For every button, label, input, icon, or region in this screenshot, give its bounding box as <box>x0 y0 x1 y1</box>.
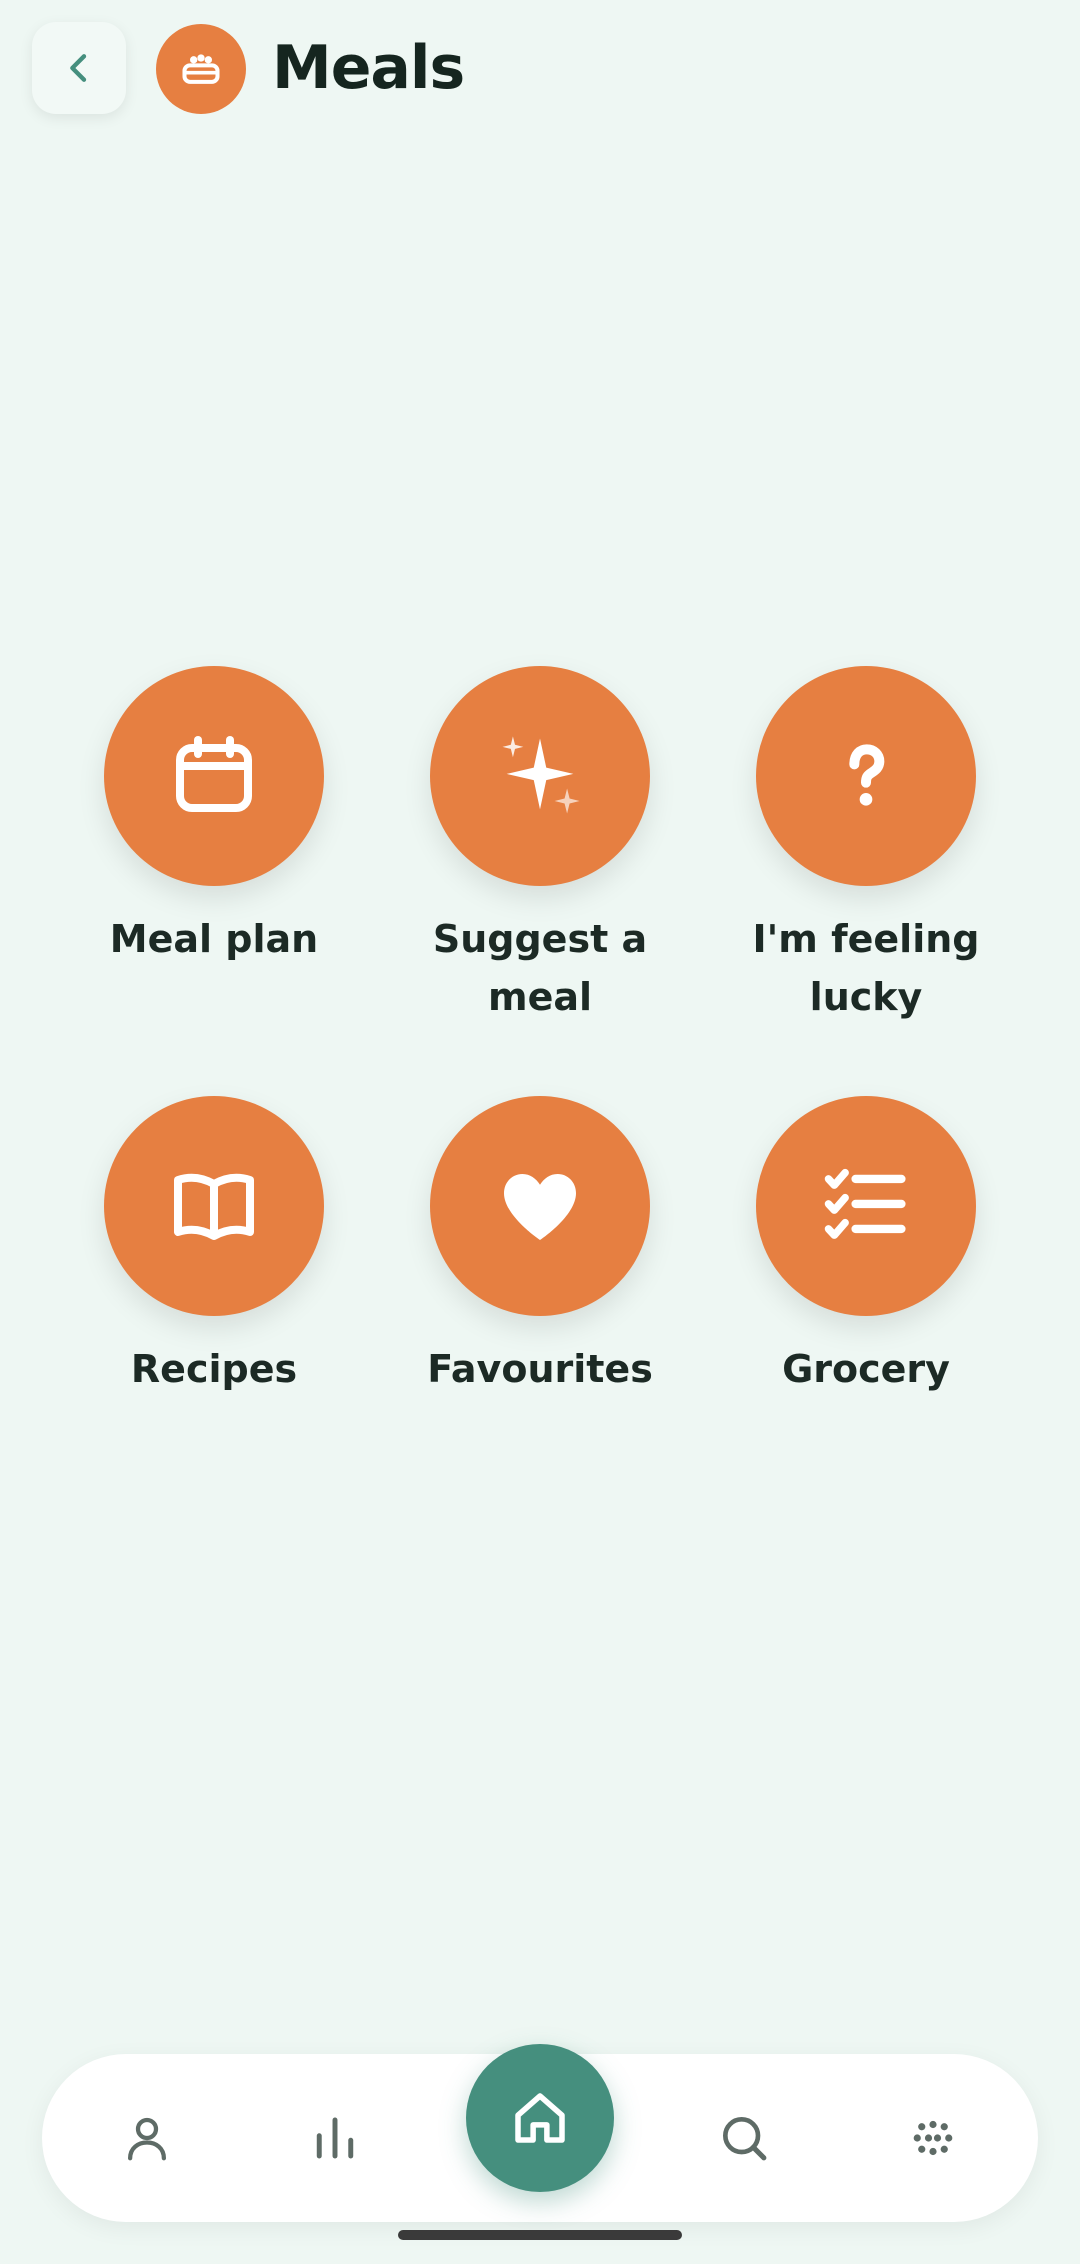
nav-stats[interactable] <box>275 2054 395 2222</box>
favourites-label: Favourites <box>427 1347 653 1391</box>
search-icon <box>723 2117 767 2161</box>
sparkles-icon <box>502 736 580 814</box>
recipes-label: Recipes <box>130 1347 298 1391</box>
home-icon <box>515 2093 565 2143</box>
chevron-left-icon <box>70 54 87 82</box>
open-book-icon <box>174 1173 254 1240</box>
dots-grid-icon <box>913 2120 953 2156</box>
bar-chart-icon <box>316 2117 354 2159</box>
page-title: Meals <box>272 33 465 103</box>
meals-screen: Meals Meal plan Suggest a meal I'm feeli… <box>0 0 1080 2264</box>
nav-home-button[interactable] <box>466 2044 614 2192</box>
nav-more[interactable] <box>873 2054 993 2222</box>
checklist-icon <box>824 1168 906 1239</box>
home-indicator <box>398 2230 682 2240</box>
feeling-lucky-label: I'm feeling lucky <box>752 917 980 1019</box>
feeling-lucky-tile[interactable]: I'm feeling lucky <box>716 666 1016 1026</box>
person-icon <box>127 2117 167 2161</box>
suggest-meal-button[interactable] <box>430 666 650 886</box>
back-button[interactable] <box>32 22 126 114</box>
meal-plan-label: Meal plan <box>109 917 319 961</box>
bread-basket-icon <box>156 24 246 114</box>
grocery-button[interactable] <box>756 1096 976 1316</box>
nav-search[interactable] <box>684 2054 804 2222</box>
meal-plan-tile[interactable]: Meal plan <box>64 666 364 968</box>
grocery-label: Grocery <box>782 1347 950 1391</box>
suggest-meal-tile[interactable]: Suggest a meal <box>390 666 690 1026</box>
meal-plan-button[interactable] <box>104 666 324 886</box>
recipes-button[interactable] <box>104 1096 324 1316</box>
heart-icon <box>504 1174 576 1240</box>
nav-profile[interactable] <box>87 2054 207 2222</box>
recipes-tile[interactable]: Recipes <box>64 1096 364 1398</box>
calendar-icon <box>176 736 252 812</box>
favourites-button[interactable] <box>430 1096 650 1316</box>
grocery-tile[interactable]: Grocery <box>716 1096 1016 1398</box>
favourites-tile[interactable]: Favourites <box>390 1096 690 1398</box>
feeling-lucky-button[interactable] <box>756 666 976 886</box>
question-mark-icon <box>849 744 885 806</box>
suggest-meal-label: Suggest a meal <box>432 917 648 1019</box>
